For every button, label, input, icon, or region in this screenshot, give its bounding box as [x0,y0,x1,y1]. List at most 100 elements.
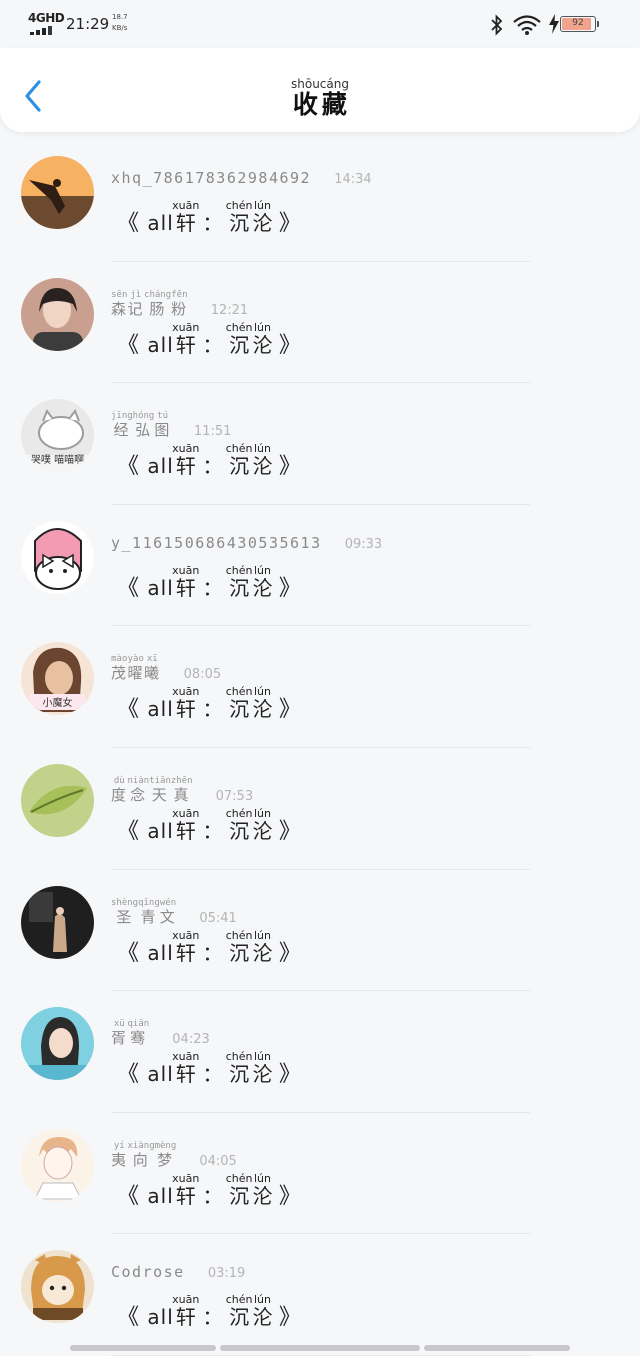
favorite-content[interactable]: 《 all轩xuān ： 沉chén沦lún 》 [117,199,301,237]
username[interactable]: 夷yí向xiàng梦mèng [111,1140,176,1169]
content-latin: all [147,575,174,600]
bluetooth-icon [491,14,503,36]
content-colon: ： [202,1305,223,1330]
username-char: 弘hóng [132,411,155,440]
username[interactable]: 森sēn记jì肠cháng粉fěn [111,289,188,318]
content-latin: all [147,332,174,357]
close-quote: 》 [278,332,301,358]
avatar[interactable] [21,520,94,594]
list-item[interactable]: 圣shèng青qīng文wén 05:41 《 all轩xuān ： 沉chén… [0,870,640,992]
avatar[interactable] [21,1250,94,1324]
content-colon: ： [202,940,223,965]
sunset-person-icon [21,156,94,229]
favorite-content[interactable]: 《 all轩xuān ： 沉chén沦lún 》 [117,685,301,723]
content-char: 轩xuān [172,199,200,235]
cat-costume-icon [21,1250,94,1324]
battery-icon: 92 [560,16,599,32]
list-item[interactable]: 胥xū骞qiān 04:23 《 all轩xuān ： 沉chén沦lún 》 [0,991,640,1113]
favorite-content[interactable]: 《 all轩xuān ： 沉chén沦lún 》 [117,1293,301,1331]
username-char: 文wén [159,897,177,926]
username[interactable]: 度dù念niàn天tiān真zhēn [111,775,193,804]
content-latin: all [147,818,174,843]
timestamp: 08:05 [183,667,222,683]
timestamp: 05:41 [199,910,237,926]
open-quote: 《 [117,1183,140,1209]
timestamp: 03:19 [207,1266,246,1282]
favorite-content[interactable]: 《 all轩xuān ： 沉chén沦lún 》 [117,806,301,845]
username[interactable]: xhq_786178362984692 [111,169,311,187]
username-char: 粉fěn [171,289,188,318]
avatar[interactable] [21,277,94,351]
favorite-content[interactable]: 《 all轩xuān ： 沉chén沦lún 》 [117,320,301,359]
username-char: 夷yí [111,1140,128,1169]
avatar[interactable] [21,763,94,837]
content-char: 轩xuān [172,806,200,843]
username[interactable]: 茂mào曜yào曦xī [111,654,161,682]
list-item[interactable]: 度dù念niàn天tiān真zhēn 07:53 《 all轩xuān ： 沉c… [0,748,640,870]
content-colon: ： [202,575,223,600]
svg-text:哭噗 喵喵啊: 哭噗 喵喵啊 [31,453,84,466]
favorite-content[interactable]: 《 all轩xuān ： 沉chén沦lún 》 [117,1172,301,1210]
girl-portrait-icon: 小魔女 [21,642,94,716]
avatar[interactable]: 哭噗 喵喵啊 [21,399,94,473]
content-char: 轩xuān [172,928,200,965]
list-item[interactable]: 夷yí向xiàng梦mèng 04:05 《 all轩xuān ： 沉chén沦… [0,1113,640,1235]
avatar[interactable] [21,156,94,229]
status-time: 21:29 [66,15,110,33]
timestamp: 04:05 [199,1153,237,1169]
timestamp: 09:33 [344,536,383,552]
content-char: 沦lún [252,199,273,235]
list-item[interactable]: y_116150686430535613 09:33 《 all轩xuān ： … [0,505,640,627]
network-speed: 18.7 KB/s [112,12,134,34]
favorite-content[interactable]: 《 all轩xuān ： 沉chén沦lún 》 [117,563,301,602]
list-item[interactable]: xhq_786178362984692 14:34 《 all轩xuān ： 沉… [0,140,640,262]
close-quote: 》 [278,940,301,966]
close-quote: 》 [278,454,301,480]
network-type: 4GHD [28,11,65,25]
content-char: 沉chén [225,320,253,357]
favorite-content[interactable]: 《 all轩xuān ： 沉chén沦lún 》 [117,928,301,967]
favorite-content[interactable]: 《 all轩xuān ： 沉chén沦lún 》 [117,442,301,480]
content-colon: ： [202,1062,223,1087]
content-char: 轩xuān [172,1293,200,1330]
open-quote: 《 [117,697,140,723]
username[interactable]: y_116150686430535613 [111,534,322,552]
content-char: 轩xuān [172,320,200,357]
favorite-content[interactable]: 《 all轩xuān ： 沉chén沦lún 》 [117,1050,301,1088]
username-char: 图tú [154,411,171,440]
avatar[interactable] [21,1007,94,1081]
username[interactable]: Codrose [111,1263,185,1281]
anime-boy-icon [21,1128,94,1202]
username[interactable]: 经jīng弘hóng图tú [111,411,171,440]
content-char: 沉chén [225,442,253,479]
battery-percent: 92 [572,18,584,28]
username-char: 圣shèng [111,897,139,926]
content-latin: all [147,940,174,965]
username-char: 森sēn [111,289,128,318]
username-char: 天tiān [149,775,171,804]
username-char: 念niàn [127,775,150,804]
content-char: 沦lún [252,1050,273,1087]
content-colon: ： [202,454,223,479]
content-char: 沦lún [252,563,273,600]
close-quote: 》 [278,1183,301,1209]
content-char: 轩xuān [172,685,200,722]
username[interactable]: 胥xū骞qiān [111,1019,149,1047]
username-char: 记jì [127,289,145,318]
avatar[interactable] [21,1128,94,1202]
avatar[interactable]: 小魔女 [21,642,94,716]
charging-icon [549,14,559,34]
close-quote: 》 [278,575,301,601]
username[interactable]: 圣shèng青qīng文wén [111,897,177,926]
list-item[interactable]: 哭噗 喵喵啊 经jīng弘hóng图tú 11:51 《 all轩xuān ： … [0,383,640,505]
avatar[interactable] [21,885,94,959]
list-item[interactable]: 森sēn记jì肠cháng粉fěn 12:21 《 all轩xuān ： 沉ch… [0,262,640,384]
content-char: 沦lún [252,928,273,965]
timestamp: 14:34 [334,172,372,187]
cartoon-cat-icon: 哭噗 喵喵啊 [21,399,94,473]
list-item[interactable]: Codrose 03:19 《 all轩xuān ： 沉chén沦lún 》 [0,1234,640,1356]
list-item[interactable]: 小魔女 茂mào曜yào曦xī 08:05 《 all轩xuān ： 沉chén… [0,626,640,748]
content-char: 轩xuān [172,442,200,479]
timestamp: 12:21 [210,302,249,318]
content-char: 沉chén [225,563,253,600]
